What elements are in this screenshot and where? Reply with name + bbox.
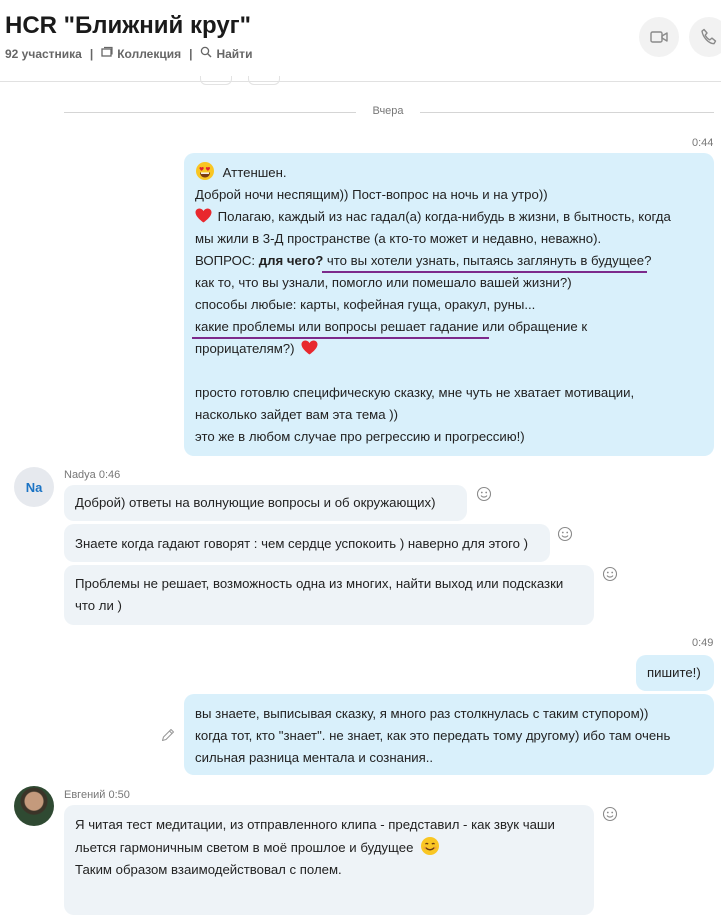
message-line: Таким образом взаимодействовал с полем. [75,862,342,877]
message-text: Доброй) ответы на волнующие вопросы и об… [75,495,436,510]
incoming-message-bubble[interactable]: Я читая тест медитации, из отправленного… [64,805,594,915]
edit-pencil-icon[interactable] [160,727,176,743]
scroll-remnant [200,76,232,85]
message-line: когда тот, кто "знает". не знает, как эт… [195,728,671,743]
message-line: Доброй ночи неспящим)) Пост-вопрос на но… [195,187,548,202]
add-reaction-icon[interactable] [476,486,492,502]
divider-line [64,112,356,113]
video-call-icon [650,31,668,43]
collection-link[interactable]: Коллекция [117,47,181,61]
smile-emoji-icon [421,837,440,855]
chat-title[interactable]: HCR "Ближний круг" [5,12,251,40]
message-line: насколько зайдет вам эта тема )) [195,407,399,422]
message-line: Я читая тест медитации, из отправленного… [75,817,555,832]
phone-call-icon [701,28,717,45]
message-text: Я читая тест медитации, из отправленного… [75,814,555,881]
message-text: вы знаете, выписывая сказку, я много раз… [195,703,670,769]
message-line: ВОПРОС: для чего? что вы хотели узнать, … [195,253,652,268]
incoming-message-bubble[interactable]: Доброй) ответы на волнующие вопросы и об… [64,485,467,521]
participants-count[interactable]: 92 участника [5,47,82,61]
chat-subline: 92 участника | Коллекция | Найти [5,46,252,61]
message-line: как то, что вы узнали, помогло или помеш… [195,275,572,290]
message-line: способы любые: карты, кофейная гуща, ора… [195,297,536,312]
divider-line [420,112,714,113]
search-icon[interactable] [200,46,212,61]
date-divider: Вчера [372,105,404,117]
outgoing-message-bubble[interactable]: пишите!) [636,655,714,691]
heart-emoji-icon [195,208,212,223]
avatar[interactable]: Na [14,467,54,507]
message-line: Проблемы не решает, возможность одна из … [75,576,564,591]
message-line: льется гармоничным светом в моё прошлое … [75,836,555,859]
message-text: пишите!) [647,665,701,680]
outgoing-message-bubble[interactable]: Аттеншен. Доброй ночи неспящим)) Пост-во… [184,153,714,456]
heart-emoji-icon [301,340,318,355]
message-line: сильная разница ментала и сознания.. [195,750,434,765]
message-text: Проблемы не решает, возможность одна из … [75,573,563,617]
incoming-message-bubble[interactable]: Знаете когда гадают говорят : чем сердце… [64,524,550,562]
message-line: просто готовлю специфическую сказку, мне… [195,385,635,400]
underline-annotation [192,337,489,339]
message-line: мы жили в 3-Д пространстве (а кто-то мож… [195,231,602,246]
avatar[interactable] [14,786,54,826]
message-line: прорицателям?) [195,338,671,360]
video-call-button[interactable] [639,17,679,57]
message-text: Знаете когда гадают говорят : чем сердце… [75,536,529,551]
message-line: вы знаете, выписывая сказку, я много раз… [195,706,649,721]
outgoing-message-bubble[interactable]: вы знаете, выписывая сказку, я много раз… [184,694,714,775]
chat-header: HCR "Ближний круг" 92 участника | Коллек… [0,0,721,82]
incoming-message-bubble[interactable]: Проблемы не решает, возможность одна из … [64,565,594,625]
message-line: какие проблемы или вопросы решает гадани… [195,319,588,334]
add-reaction-icon[interactable] [557,526,573,542]
scroll-remnant [248,76,280,85]
add-reaction-icon[interactable] [602,806,618,822]
message-line: это же в любом случае про регрессию и пр… [195,429,525,444]
message-line: что ли ) [75,598,122,613]
message-time: 0:44 [692,137,714,149]
find-link[interactable]: Найти [216,47,252,61]
message-text: Аттеншен. Доброй ночи неспящим)) Пост-во… [195,161,671,448]
separator: | [89,46,94,61]
phone-call-button[interactable] [689,17,721,57]
add-reaction-icon[interactable] [602,566,618,582]
message-time: 0:49 [692,637,714,649]
message-line: Полагаю, каждый из нас гадал(а) когда-ни… [195,206,671,228]
sender-name-time: Nadya 0:46 [64,469,121,481]
collection-icon[interactable] [101,46,113,61]
separator: | [189,46,193,61]
sender-name-time: Евгений 0:50 [64,789,130,801]
message-line: Аттеншен. [195,161,671,184]
underline-annotation [322,271,647,273]
heart-eyes-emoji-icon [196,162,214,180]
